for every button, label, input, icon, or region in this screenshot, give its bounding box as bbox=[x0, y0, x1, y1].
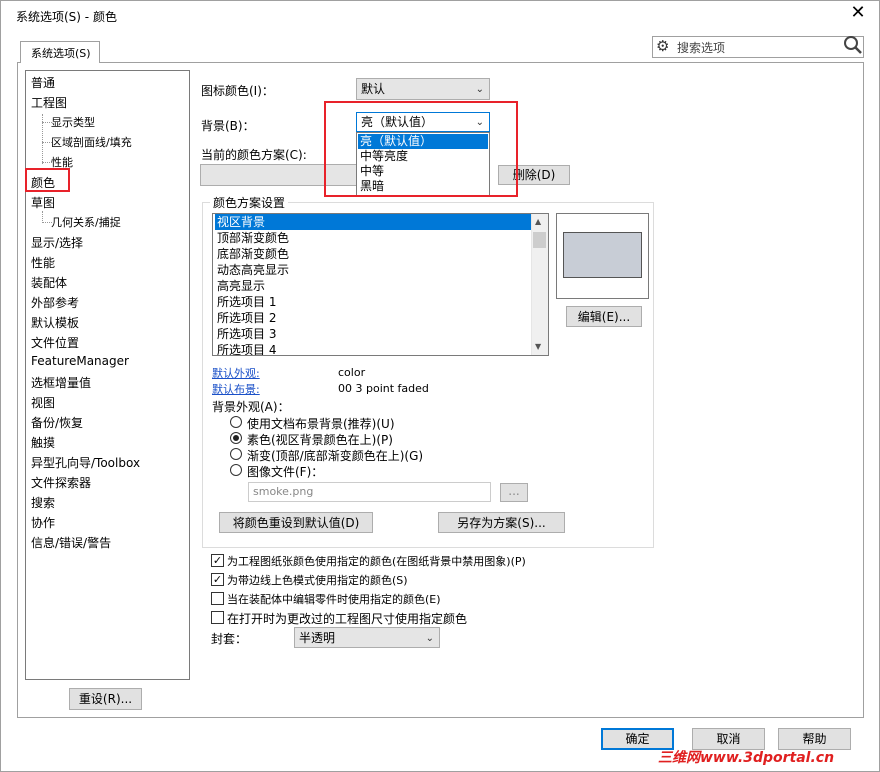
envelope-value: 半透明 bbox=[299, 631, 336, 645]
list-item[interactable]: 动态高亮显示 bbox=[215, 262, 531, 278]
tree-item-search[interactable]: 搜索 bbox=[31, 494, 55, 511]
envelope-label: 封套： bbox=[211, 632, 248, 646]
tree-item-sketch[interactable]: 草图 bbox=[31, 194, 55, 211]
background-label: 背景(B)： bbox=[201, 119, 255, 133]
tree-item-general[interactable]: 普通 bbox=[31, 74, 55, 91]
background-option-medium[interactable]: 中等 bbox=[358, 164, 488, 179]
tree-item-view[interactable]: 视图 bbox=[31, 394, 55, 411]
color-settings-title: 颜色方案设置 bbox=[210, 194, 289, 211]
tree-item-messages[interactable]: 信息/错误/警告 bbox=[31, 534, 111, 551]
default-scene-link[interactable]: 默认布景: bbox=[212, 381, 260, 397]
tree-item-spin-box-increments[interactable]: 选框增量值 bbox=[31, 374, 91, 391]
background-value: 亮（默认值） bbox=[361, 115, 434, 129]
chevron-down-icon: ⌄ bbox=[425, 633, 434, 644]
radio-plain[interactable] bbox=[230, 432, 242, 444]
list-item[interactable]: 所选项目 4 bbox=[215, 342, 531, 355]
checkbox-sheet-color-label[interactable]: 为工程图纸张颜色使用指定的颜色(在图纸背景中禁用图象)(P) bbox=[227, 553, 526, 569]
tree-item-collaboration[interactable]: 协作 bbox=[31, 514, 55, 531]
checkbox-edit-part-color[interactable] bbox=[211, 592, 224, 605]
bg-appearance-label: 背景外观(A)： bbox=[212, 400, 290, 414]
scroll-up-icon[interactable]: ▲ bbox=[535, 217, 541, 226]
background-option-medium-light[interactable]: 中等亮度 bbox=[358, 149, 488, 164]
color-swatch bbox=[563, 232, 642, 278]
chevron-down-icon: ⌄ bbox=[475, 84, 484, 95]
tree-item-area-hatch[interactable]: 区域剖面线/填充 bbox=[51, 134, 132, 150]
envelope-select[interactable]: 半透明 ⌄ bbox=[294, 627, 440, 648]
search-placeholder: 搜索选项 bbox=[677, 41, 726, 55]
tree-item-display-type[interactable]: 显示类型 bbox=[51, 114, 95, 130]
list-item[interactable]: 顶部渐变颜色 bbox=[215, 230, 531, 246]
tree-item-touch[interactable]: 触摸 bbox=[31, 434, 55, 451]
tree-item-drawing-performance[interactable]: 性能 bbox=[51, 154, 73, 170]
tree-item-backup-recover[interactable]: 备份/恢复 bbox=[31, 414, 83, 431]
tree-item-colors[interactable]: 颜色 bbox=[31, 174, 55, 191]
browse-button[interactable]: ... bbox=[500, 483, 528, 502]
tab-system-options[interactable]: 系统选项(S) bbox=[20, 41, 100, 63]
delete-button[interactable]: 删除(D) bbox=[498, 165, 570, 185]
list-item[interactable]: 底部渐变颜色 bbox=[215, 246, 531, 262]
default-appearance-value: color bbox=[338, 366, 366, 379]
tree-item-relations-snaps[interactable]: 几何关系/捕捉 bbox=[51, 214, 121, 230]
reset-colors-button[interactable]: 将颜色重设到默认值(D) bbox=[219, 512, 373, 533]
icon-color-label: 图标颜色(I)： bbox=[201, 84, 274, 98]
checkbox-edit-part-color-label[interactable]: 当在装配体中编辑零件时使用指定的颜色(E) bbox=[227, 591, 441, 607]
tree-item-assemblies[interactable]: 装配体 bbox=[31, 274, 67, 291]
radio-plain-label[interactable]: 素色(视区背景颜色在上)(P) bbox=[247, 431, 393, 448]
tree-item-hole-wizard-toolbox[interactable]: 异型孔向导/Toolbox bbox=[31, 454, 140, 471]
default-appearance-link[interactable]: 默认外观: bbox=[212, 365, 260, 381]
list-scrollbar-thumb[interactable] bbox=[533, 232, 546, 248]
background-option-light[interactable]: 亮（默认值） bbox=[358, 134, 488, 149]
background-select[interactable]: 亮（默认值） ⌄ bbox=[356, 112, 490, 132]
image-file-input[interactable]: smoke.png bbox=[248, 482, 491, 502]
icon-color-value: 默认 bbox=[361, 82, 386, 96]
tree-item-performance[interactable]: 性能 bbox=[31, 254, 55, 271]
checkbox-sheet-color[interactable]: ✓ bbox=[211, 554, 224, 567]
tree-item-default-templates[interactable]: 默认模板 bbox=[31, 314, 79, 331]
window-title: 系统选项(S) - 颜色 bbox=[16, 10, 117, 24]
list-item[interactable]: 所选项目 1 bbox=[215, 294, 531, 310]
tree-item-file-locations[interactable]: 文件位置 bbox=[31, 334, 79, 351]
default-scene-value: 00 3 point faded bbox=[338, 382, 429, 395]
gear-icon[interactable]: ⚙ bbox=[656, 37, 669, 55]
save-scheme-button[interactable]: 另存为方案(S)... bbox=[438, 512, 565, 533]
radio-document-scene[interactable] bbox=[230, 416, 242, 428]
list-item[interactable]: 视区背景 bbox=[215, 214, 531, 230]
color-settings-list[interactable]: 视区背景 顶部渐变颜色 底部渐变颜色 动态高亮显示 高亮显示 所选项目 1 所选… bbox=[212, 213, 549, 356]
scroll-down-icon[interactable]: ▼ bbox=[535, 342, 541, 351]
radio-gradient[interactable] bbox=[230, 448, 242, 460]
radio-image-file-label[interactable]: 图像文件(F)： bbox=[247, 463, 323, 480]
radio-gradient-label[interactable]: 渐变(顶部/底部渐变颜色在上)(G) bbox=[247, 447, 423, 464]
color-scheme-label: 当前的颜色方案(C): bbox=[201, 148, 307, 162]
checkbox-shaded-edges[interactable]: ✓ bbox=[211, 573, 224, 586]
background-option-dark[interactable]: 黑暗 bbox=[358, 179, 488, 194]
list-item[interactable]: 高亮显示 bbox=[215, 278, 531, 294]
options-tree[interactable]: 普通 工程图 显示类型 区域剖面线/填充 性能 颜色 草图 几何关系/捕捉 显示… bbox=[25, 70, 190, 680]
tree-item-drawings[interactable]: 工程图 bbox=[31, 94, 67, 111]
tree-item-external-references[interactable]: 外部参考 bbox=[31, 294, 79, 311]
checkbox-changed-dimensions-label[interactable]: 在打开时为更改过的工程图尺寸使用指定颜色 bbox=[227, 610, 467, 627]
reset-button[interactable]: 重设(R)... bbox=[69, 688, 142, 710]
checkbox-changed-dimensions[interactable] bbox=[211, 611, 224, 624]
list-item[interactable]: 所选项目 3 bbox=[215, 326, 531, 342]
list-item[interactable]: 所选项目 2 bbox=[215, 310, 531, 326]
tree-item-file-explorer[interactable]: 文件探索器 bbox=[31, 474, 91, 491]
watermark: 三维网www.3dportal.cn bbox=[658, 750, 835, 766]
tree-item-featuremanager[interactable]: FeatureManager bbox=[31, 354, 129, 368]
edit-button[interactable]: 编辑(E)... bbox=[566, 306, 642, 327]
tree-item-display-selection[interactable]: 显示/选择 bbox=[31, 234, 83, 251]
checkbox-shaded-edges-label[interactable]: 为带边线上色模式使用指定的颜色(S) bbox=[227, 572, 408, 588]
close-icon[interactable]: ✕ bbox=[848, 3, 868, 23]
icon-color-select[interactable]: 默认 ⌄ bbox=[356, 78, 490, 100]
radio-document-scene-label[interactable]: 使用文档布景背景(推荐)(U) bbox=[247, 415, 395, 432]
background-dropdown-list[interactable]: 亮（默认值） 中等亮度 中等 黑暗 bbox=[356, 132, 490, 196]
chevron-down-icon: ⌄ bbox=[475, 117, 484, 128]
search-icon[interactable] bbox=[842, 34, 864, 56]
radio-image-file[interactable] bbox=[230, 464, 242, 476]
